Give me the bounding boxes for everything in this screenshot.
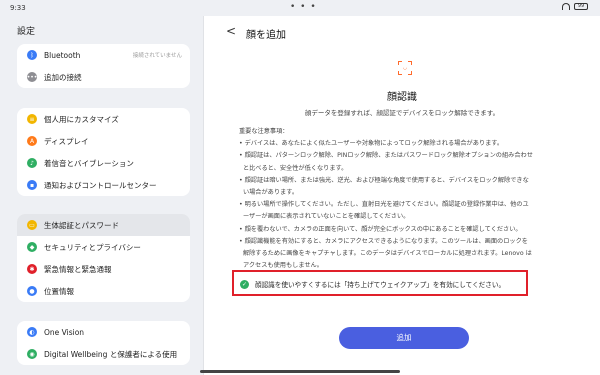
sidebar-item-bluetooth[interactable]: ᛒ Bluetooth 接続されていません xyxy=(17,44,190,66)
status-time: 9:33 xyxy=(10,4,26,12)
personalize-icon: ≡ xyxy=(27,114,37,124)
face-scan-icon: ◡ xyxy=(398,61,412,75)
note-line: • 顔認証は、パターンロック解除、PINロック解除、またはパスワードロック解除オ… xyxy=(239,152,533,160)
display-icon: A xyxy=(27,136,37,146)
back-arrow-icon[interactable]: < xyxy=(226,24,236,38)
tip-text: 顔認識を使いやすくするには「持ち上げてウェイクアップ」を有効にしてください。 xyxy=(255,281,506,289)
tip-row[interactable]: ✓ 顔認識を使いやすくするには「持ち上げてウェイクアップ」を有効にしてください。 xyxy=(240,279,505,289)
battery-icon: 99 xyxy=(574,3,588,10)
sidebar-item-label: 通知およびコントロールセンター xyxy=(44,180,157,190)
sidebar-card-connections: ᛒ Bluetooth 接続されていません ••• 追加の接続 xyxy=(17,44,190,88)
status-bar: 9:33 • • • 99 xyxy=(0,0,600,16)
bluetooth-icon: ᛒ xyxy=(27,50,37,60)
sidebar-item-security[interactable]: ◆ セキュリティとプライバシー xyxy=(17,236,190,258)
tip-highlight-box[interactable]: ✓ 顔認識を使いやすくするには「持ち上げてウェイクアップ」を有効にしてください。 xyxy=(232,270,528,296)
note-line: ーザーが画面に表示されていないことを確認してください。 xyxy=(239,213,410,221)
feature-title: 顔認識 xyxy=(387,92,417,103)
one-vision-icon: ◐ xyxy=(27,327,37,337)
sidebar-item-sound[interactable]: ♪ 着信音とバイブレーション xyxy=(17,152,190,174)
sidebar-card-other: ◐ One Vision ◉ Digital Wellbeing と保護者による… xyxy=(17,321,190,365)
note-line: 重要な注意事項： xyxy=(239,128,289,135)
sidebar-item-label: 位置情報 xyxy=(44,286,74,296)
sidebar-item-label: 個人用にカスタマイズ xyxy=(44,114,119,124)
more-connections-icon: ••• xyxy=(26,72,38,82)
sidebar-item-personalize[interactable]: ≡ 個人用にカスタマイズ xyxy=(17,108,190,130)
wifi-icon xyxy=(562,3,570,10)
note-line: 解除するために画像をキャプチャします。このデータはデバイスでローカルに処理されま… xyxy=(239,250,532,258)
sidebar-item-label: 追加の接続 xyxy=(44,72,82,82)
note-line: い場合があります。 xyxy=(239,189,299,197)
sidebar-item-label: 着信音とバイブレーション xyxy=(44,158,134,168)
note-line: • 顔を覆わないで、カメラの正面を向いて、顔が完全にボックスの中にあることを確認… xyxy=(239,225,522,233)
sidebar-title: 設定 xyxy=(17,27,36,37)
sidebar-item-label: 生体認証とパスワード xyxy=(44,220,119,230)
home-indicator[interactable] xyxy=(200,370,400,373)
sidebar-item-label: One Vision xyxy=(44,327,85,337)
sidebar-item-label: ディスプレイ xyxy=(44,136,89,146)
wellbeing-icon: ◉ xyxy=(27,349,37,359)
sidebar-item-notifications[interactable]: ▪ 通知およびコントロールセンター xyxy=(17,174,190,196)
note-line: • デバイスは、あなたによく似たユーザーや対象物によってロック解除される場合があ… xyxy=(239,140,504,148)
sidebar-item-wellbeing[interactable]: ◉ Digital Wellbeing と保護者による使用 xyxy=(17,343,190,365)
feature-description: 顔データを登録すれば、顔認証でデバイスをロック解除できます。 xyxy=(304,109,500,117)
sidebar-item-emergency[interactable]: ✱ 緊急情報と緊急通報 xyxy=(17,258,190,280)
emergency-icon: ✱ xyxy=(27,264,37,274)
status-icons: 99 xyxy=(562,3,588,10)
security-icon: ◆ xyxy=(27,242,37,252)
location-icon: ● xyxy=(27,286,37,296)
sidebar-item-biometrics[interactable]: ▭ 生体認証とパスワード xyxy=(17,214,190,236)
check-circle-icon: ✓ xyxy=(240,279,249,289)
add-button[interactable]: 追加 xyxy=(339,327,469,349)
sidebar-item-one-vision[interactable]: ◐ One Vision xyxy=(17,321,190,343)
window-handle-dots[interactable]: • • • xyxy=(290,2,317,12)
sidebar-item-label: 緊急情報と緊急通報 xyxy=(44,264,112,274)
page-title: 顔を追加 xyxy=(246,30,286,41)
sidebar-item-label: セキュリティとプライバシー xyxy=(44,242,141,252)
note-line: と比べると、安全性が低くなります。 xyxy=(239,164,348,172)
sidebar-item-label: Digital Wellbeing と保護者による使用 xyxy=(44,349,178,359)
bluetooth-status: 接続されていません xyxy=(132,53,182,59)
add-face-pane: < 顔を追加 ◡ 顔認識 顔データを登録すれば、顔認証でデバイスをロック解除でき… xyxy=(204,16,600,375)
sidebar-item-label: Bluetooth xyxy=(44,50,81,60)
settings-sidebar: 設定 ᛒ Bluetooth 接続されていません ••• 追加の接続 ≡ 個人用… xyxy=(0,16,200,375)
sidebar-card-personal: ≡ 個人用にカスタマイズ A ディスプレイ ♪ 着信音とバイブレーション ▪ 通… xyxy=(17,108,190,196)
note-line: • 顔認識機能を有効にすると、カメラにアクセスできるようになります。このツールは… xyxy=(239,237,528,245)
notifications-icon: ▪ xyxy=(27,180,37,190)
note-line: • 明るい場所で操作してください。ただし、直射日光を避けてください。顔認証の登録… xyxy=(239,201,529,209)
sound-icon: ♪ xyxy=(27,158,37,168)
note-line: • 顔認証は暗い場所、または強光、逆光、および極端な角度で使用すると、デバイスを… xyxy=(239,176,529,184)
sidebar-card-security: ▭ 生体認証とパスワード ◆ セキュリティとプライバシー ✱ 緊急情報と緊急通報… xyxy=(17,214,190,302)
biometrics-icon: ▭ xyxy=(27,220,37,230)
sidebar-item-display[interactable]: A ディスプレイ xyxy=(17,130,190,152)
sidebar-item-more-connections[interactable]: ••• 追加の接続 xyxy=(17,66,190,88)
sidebar-item-location[interactable]: ● 位置情報 xyxy=(17,280,190,302)
important-notes: 重要な注意事項： • デバイスは、あなたによく似たユーザーや対象物によってロック… xyxy=(239,126,579,272)
